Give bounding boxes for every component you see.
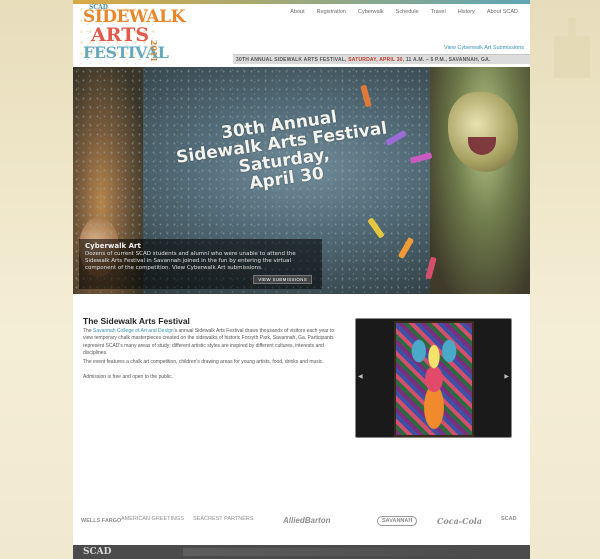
festival-logo[interactable]: SCAD SIDEWALK ARTS FESTIVAL 2011 bbox=[77, 4, 185, 64]
tagline-part1: 30TH ANNUAL SIDEWALK ARTS FESTIVAL, bbox=[236, 57, 349, 63]
intro-paragraph: The Savannah College of Art and Design's… bbox=[83, 328, 345, 357]
left-background-silhouette bbox=[0, 0, 73, 559]
footer-decoration bbox=[183, 548, 483, 556]
right-background-silhouette bbox=[527, 0, 600, 559]
sponsor-wells-fargo[interactable]: WELLS FARGO bbox=[81, 518, 121, 524]
sponsor-savannah[interactable]: SAVANNAH bbox=[377, 516, 418, 526]
logo-year: 2011 bbox=[149, 39, 160, 63]
caption-text: Dozens of current SCAD students and alum… bbox=[85, 251, 296, 272]
sponsor-coca-cola[interactable]: Coca-Cola bbox=[437, 516, 482, 526]
intro-prefix: The bbox=[83, 328, 94, 334]
gallery-prev-arrow-icon[interactable]: ◀ bbox=[358, 373, 363, 380]
sponsor-scad[interactable]: SCAD bbox=[501, 516, 517, 522]
sponsor-seacrest-partners[interactable]: SEACREST PARTNERS bbox=[193, 516, 254, 522]
gallery-next-arrow-icon[interactable]: ▶ bbox=[504, 373, 509, 380]
nav-about-scad[interactable]: About SCAD bbox=[481, 9, 524, 15]
sponsor-logos: WELLS FARGO AMERICAN GREETINGS SEACREST … bbox=[73, 504, 530, 544]
event-tagline: 30TH ANNUAL SIDEWALK ARTS FESTIVAL, SATU… bbox=[233, 54, 530, 64]
nav-history[interactable]: History bbox=[452, 9, 481, 15]
nav-cyberwalk[interactable]: Cyberwalk bbox=[352, 9, 390, 15]
main-content: The Sidewalk Arts Festival The Savannah … bbox=[73, 294, 530, 504]
nav-registration[interactable]: Registration bbox=[311, 9, 352, 15]
sponsor-alliedbarton[interactable]: AlliedBarton bbox=[283, 516, 331, 525]
footer-bar: SCAD bbox=[73, 545, 530, 559]
view-submissions-link[interactable]: View Cyberwalk Art Submissions bbox=[444, 45, 524, 51]
nav-schedule[interactable]: Schedule bbox=[390, 9, 425, 15]
nav-about[interactable]: About bbox=[284, 9, 310, 15]
scad-link[interactable]: Savannah College of Art and Design bbox=[93, 328, 174, 334]
nav-travel[interactable]: Travel bbox=[425, 9, 452, 15]
caption-title: Cyberwalk Art bbox=[85, 242, 141, 250]
section-heading: The Sidewalk Arts Festival bbox=[83, 316, 190, 326]
sponsor-american-greetings[interactable]: AMERICAN GREETINGS bbox=[121, 516, 184, 522]
gallery-artwork-image bbox=[394, 321, 474, 437]
cyberwalk-caption: Cyberwalk Art Dozens of current SCAD stu… bbox=[79, 239, 322, 289]
artwork-gallery[interactable]: ◀ ▶ bbox=[355, 318, 512, 438]
tagline-part2: , 11 A.M. – 5 P.M., SAVANNAH, GA. bbox=[402, 57, 491, 63]
hero-banner[interactable]: 30th Annual Sidewalk Arts Festival Satur… bbox=[73, 67, 530, 294]
view-submissions-button[interactable]: VIEW SUBMISSIONS bbox=[253, 275, 312, 284]
header: SCAD SIDEWALK ARTS FESTIVAL 2011 About R… bbox=[73, 4, 530, 66]
footer-scad-logo[interactable]: SCAD bbox=[83, 547, 111, 557]
tagline-date: SATURDAY, APRIL 30 bbox=[348, 57, 403, 63]
page-container: SCAD SIDEWALK ARTS FESTIVAL 2011 About R… bbox=[73, 4, 530, 559]
admission-paragraph: Admission is free and open to the public… bbox=[83, 374, 174, 380]
main-nav: About Registration Cyberwalk Schedule Tr… bbox=[284, 9, 524, 15]
events-paragraph: The event features a chalk art competiti… bbox=[83, 359, 324, 365]
